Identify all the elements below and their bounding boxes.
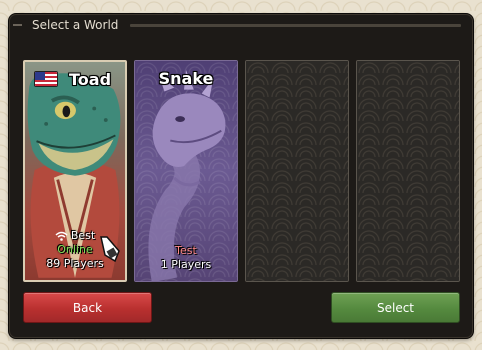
dialog-header: Select a World xyxy=(13,18,461,32)
select-button[interactable]: Select xyxy=(331,292,460,323)
world-name-toad: Toad xyxy=(69,70,112,89)
world-info-snake: Test 1 Players xyxy=(135,244,237,272)
world-card-snake[interactable]: Snake Test 1 Players xyxy=(134,60,238,282)
title-dash xyxy=(13,24,22,26)
empty-world-slot xyxy=(356,60,460,282)
world-card-toad[interactable]: Toad Best Online 89 Players xyxy=(23,60,127,282)
us-flag-icon xyxy=(34,71,58,87)
back-button[interactable]: Back xyxy=(23,292,152,323)
player-count: 1 Players xyxy=(160,258,212,271)
status-label: Test xyxy=(175,244,197,257)
dialog-title: Select a World xyxy=(32,18,119,32)
quality-label: Best xyxy=(70,229,96,242)
cursor-icon xyxy=(100,236,120,263)
wifi-icon xyxy=(55,231,68,241)
empty-world-slot xyxy=(245,60,349,282)
title-divider xyxy=(130,23,461,27)
world-name-snake: Snake xyxy=(158,69,214,88)
